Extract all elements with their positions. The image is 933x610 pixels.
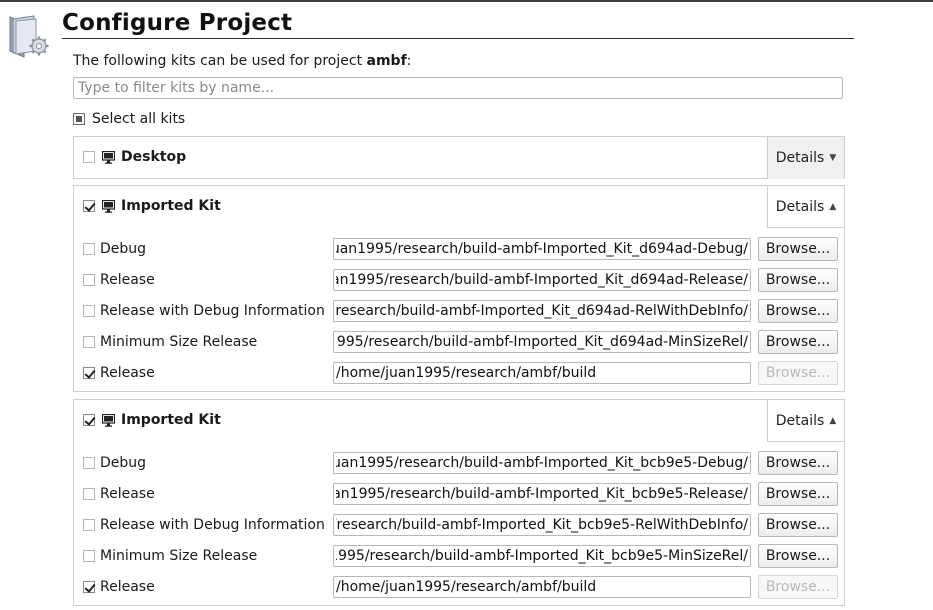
monitor-icon xyxy=(102,200,115,213)
build-config-label: Release xyxy=(100,579,155,595)
window-top-border xyxy=(0,0,933,2)
build-config-label: Release xyxy=(100,365,155,381)
build-config-checkbox[interactable] xyxy=(83,274,95,286)
monitor-icon xyxy=(102,414,115,427)
kit-checkbox[interactable] xyxy=(83,200,95,212)
details-toggle-button[interactable]: Details ▼ xyxy=(767,137,844,179)
kit-checkbox[interactable] xyxy=(83,414,95,426)
select-all-label: Select all kits xyxy=(92,111,186,127)
intro-suffix: : xyxy=(406,53,412,69)
kit-panel-desktop: Desktop Details ▼ xyxy=(73,136,845,179)
build-config-row: Minimum Size Release Browse... xyxy=(74,329,844,355)
build-config-row: Release with Debug Information Browse... xyxy=(74,512,844,538)
browse-button[interactable]: Browse... xyxy=(758,451,838,475)
build-directory-input[interactable] xyxy=(333,300,751,322)
browse-button[interactable]: Browse... xyxy=(758,330,838,354)
browse-button[interactable]: Browse... xyxy=(758,544,838,568)
build-config-row: Debug Browse... xyxy=(74,236,844,262)
kit-filter-input[interactable] xyxy=(73,77,843,99)
build-config-row: Release with Debug Information Browse... xyxy=(74,298,844,324)
build-config-row: Release Browse... xyxy=(74,267,844,293)
build-config-row: Debug Browse... xyxy=(74,450,844,476)
browse-button[interactable]: Browse... xyxy=(758,299,838,323)
details-toggle-button[interactable]: Details ▲ xyxy=(767,400,844,442)
project-folder-gear-icon xyxy=(9,15,49,58)
monitor-icon xyxy=(102,151,115,164)
partial-check-indicator[interactable] xyxy=(73,113,85,125)
chevron-up-icon: ▲ xyxy=(829,201,837,212)
project-name: ambf xyxy=(366,53,407,69)
build-directory-input[interactable] xyxy=(333,362,751,384)
build-directory-input[interactable] xyxy=(333,269,751,291)
build-config-row: Release Browse... xyxy=(74,360,844,386)
kit-panel-imported-kit: Imported Kit Details ▲ Debug Browse... R… xyxy=(73,399,845,606)
build-config-checkbox[interactable] xyxy=(83,367,95,379)
details-label: Details xyxy=(775,198,825,215)
kit-panel-imported-kit: Imported Kit Details ▲ Debug Browse... R… xyxy=(73,185,845,392)
chevron-down-icon: ▼ xyxy=(829,153,837,163)
build-config-checkbox[interactable] xyxy=(83,305,95,317)
browse-button[interactable]: Browse... xyxy=(758,575,838,599)
kit-header: Desktop Details ▼ xyxy=(74,137,844,179)
build-config-checkbox[interactable] xyxy=(83,581,95,593)
page-title: Configure Project xyxy=(62,10,293,36)
kit-checkbox[interactable] xyxy=(83,151,95,163)
build-config-checkbox[interactable] xyxy=(83,519,95,531)
build-config-label: Debug xyxy=(100,455,147,471)
kit-header: Imported Kit Details ▲ xyxy=(74,400,844,442)
build-config-label: Minimum Size Release xyxy=(100,548,258,564)
build-config-row: Release Browse... xyxy=(74,574,844,600)
build-config-checkbox[interactable] xyxy=(83,243,95,255)
details-label: Details xyxy=(775,412,825,429)
intro-text: The following kits can be used for proje… xyxy=(73,53,411,69)
browse-button[interactable]: Browse... xyxy=(758,482,838,506)
build-config-checkbox[interactable] xyxy=(83,457,95,469)
build-directory-input[interactable] xyxy=(333,545,751,567)
intro-prefix: The following kits can be used for proje… xyxy=(73,53,367,69)
details-label: Details xyxy=(775,150,825,166)
browse-button[interactable]: Browse... xyxy=(758,361,838,385)
browse-button[interactable]: Browse... xyxy=(758,513,838,537)
build-config-checkbox[interactable] xyxy=(83,488,95,500)
details-toggle-button[interactable]: Details ▲ xyxy=(767,186,844,228)
title-divider xyxy=(62,38,854,39)
browse-button[interactable]: Browse... xyxy=(758,237,838,261)
build-config-label: Release with Debug Information xyxy=(100,517,325,533)
build-directory-input[interactable] xyxy=(333,514,751,536)
build-directory-input[interactable] xyxy=(333,331,751,353)
kit-name: Imported Kit xyxy=(121,412,221,428)
select-all-kits-checkbox[interactable]: Select all kits xyxy=(73,110,185,128)
build-config-checkbox[interactable] xyxy=(83,336,95,348)
build-directory-input[interactable] xyxy=(333,238,751,260)
build-directory-input[interactable] xyxy=(333,576,751,598)
build-config-label: Release xyxy=(100,486,155,502)
build-config-label: Debug xyxy=(100,241,147,257)
build-config-row: Release Browse... xyxy=(74,481,844,507)
build-directory-input[interactable] xyxy=(333,483,751,505)
chevron-up-icon: ▲ xyxy=(829,415,837,426)
kit-name: Desktop xyxy=(121,149,187,165)
build-config-label: Minimum Size Release xyxy=(100,334,258,350)
browse-button[interactable]: Browse... xyxy=(758,268,838,292)
build-config-row: Minimum Size Release Browse... xyxy=(74,543,844,569)
build-config-label: Release with Debug Information xyxy=(100,303,325,319)
build-config-label: Release xyxy=(100,272,155,288)
build-config-checkbox[interactable] xyxy=(83,550,95,562)
kit-name: Imported Kit xyxy=(121,198,221,214)
kit-header: Imported Kit Details ▲ xyxy=(74,186,844,228)
build-directory-input[interactable] xyxy=(333,452,751,474)
